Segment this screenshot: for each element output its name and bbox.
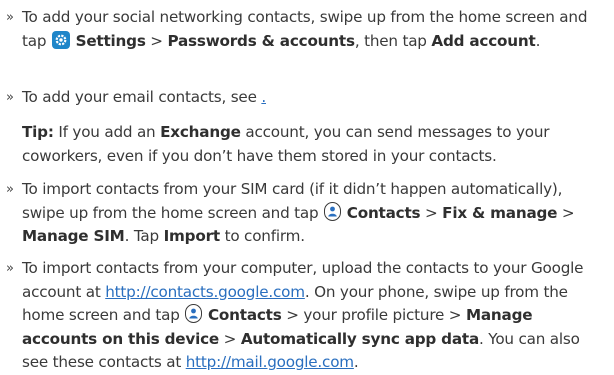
auto-sync-label: Automatically sync app data: [240, 329, 480, 348]
settings-gear-icon: [51, 30, 70, 49]
email-contacts-link[interactable]: .: [261, 88, 266, 106]
bullet: »: [6, 182, 14, 197]
settings-label: Settings: [75, 31, 146, 50]
bullet: »: [6, 10, 14, 25]
contacts-app-icon: [324, 201, 342, 221]
help-page: » To add your social networking contacts…: [0, 0, 614, 371]
contacts-label: Contacts: [346, 203, 421, 222]
bullet: »: [6, 261, 14, 276]
list-item-sim-import: » To import contacts from your SIM card …: [6, 178, 606, 249]
item-text: To add your social networking contacts, …: [22, 8, 588, 50]
item-text: To add your email contacts, see .: [22, 88, 266, 106]
fix-manage-label: Fix & manage: [442, 203, 558, 222]
contacts-google-link[interactable]: http://contacts.google.com: [105, 283, 305, 301]
import-label: Import: [163, 227, 221, 245]
bullet: »: [6, 90, 14, 105]
add-account-label: Add account: [431, 31, 536, 50]
list-item-computer-import: » To import contacts from your computer,…: [6, 257, 606, 375]
item-text: To import contacts from your SIM card (i…: [22, 180, 575, 245]
list-item-email-contacts: » To add your email contacts, see .: [6, 86, 606, 110]
exchange-label: Exchange: [160, 123, 241, 141]
item-text: To import contacts from your computer, u…: [22, 259, 584, 371]
contacts-label: Contacts: [207, 306, 282, 324]
list-item-social-contacts: » To add your social networking contacts…: [6, 6, 606, 53]
tip-label: Tip:: [22, 123, 54, 141]
mail-google-link[interactable]: http://mail.google.com: [186, 353, 354, 371]
contacts-app-icon: [185, 304, 203, 323]
manage-sim-label: Manage SIM: [22, 227, 125, 245]
passwords-accounts-label: Passwords & accounts: [167, 31, 355, 50]
tip-paragraph: Tip: If you add an Exchange account, you…: [22, 123, 550, 165]
